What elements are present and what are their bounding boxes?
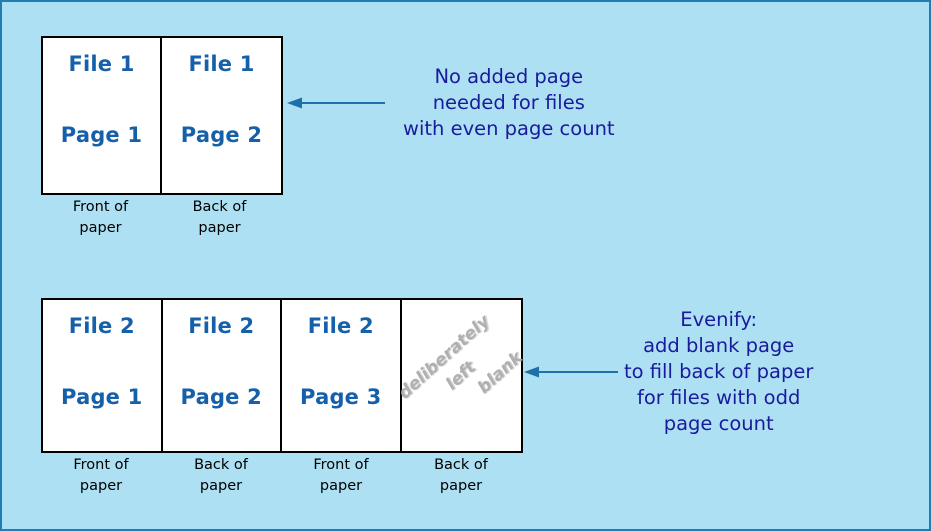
caption-front-of-paper: Front of paper bbox=[281, 455, 401, 497]
annotation-even-page-count: No added page needed for files with even… bbox=[285, 64, 615, 142]
annotation-line-2: needed for files bbox=[432, 90, 585, 114]
diagram-canvas: File 1 Page 1 File 1 Page 2 Front of pap… bbox=[0, 0, 931, 531]
paper-captions-file2: Front of paper Back of paper Front of pa… bbox=[41, 455, 523, 497]
paper-strip-file1: File 1 Page 1 File 1 Page 2 bbox=[41, 36, 283, 195]
caption-line-2: paper bbox=[199, 478, 243, 495]
caption-line-2: paper bbox=[319, 478, 363, 495]
sheet-page-label: Page 2 bbox=[180, 123, 263, 147]
annotation-line-1: Evenify: bbox=[680, 308, 758, 331]
caption-line-1: Back of bbox=[192, 199, 247, 215]
sheet-page-label: Page 1 bbox=[61, 385, 143, 409]
caption-back-of-paper: Back of paper bbox=[401, 455, 521, 497]
annotation-odd-page-count: Evenify: add blank page to fill back of … bbox=[522, 307, 813, 437]
paper-strip-file2: File 2 Page 1 File 2 Page 2 File 2 Page … bbox=[41, 298, 527, 453]
caption-front-of-paper: Front of paper bbox=[41, 197, 160, 239]
sheet-file2-blank-page: deliberately left blank bbox=[395, 300, 527, 451]
sheet-file2-page3: File 2 Page 3 bbox=[282, 300, 402, 451]
caption-line-2: paper bbox=[439, 478, 483, 495]
caption-line-1: Back of bbox=[194, 457, 248, 473]
sheet-file1-page1: File 1 Page 1 bbox=[43, 38, 162, 193]
annotation-line-1: No added page bbox=[434, 65, 584, 88]
caption-back-of-paper: Back of paper bbox=[160, 197, 279, 239]
annotation-odd-text: Evenify: add blank page to fill back of … bbox=[624, 307, 813, 437]
caption-line-2: paper bbox=[79, 220, 122, 237]
annotation-line-3: to fill back of paper bbox=[624, 359, 814, 383]
sheet-file-label: File 1 bbox=[188, 52, 255, 76]
caption-front-of-paper: Front of paper bbox=[41, 455, 161, 497]
deliberately-left-blank-watermark: deliberately left blank bbox=[394, 309, 529, 441]
sheet-file1-page2: File 1 Page 2 bbox=[162, 38, 281, 193]
annotation-line-5: page count bbox=[663, 411, 774, 435]
left-arrow-icon bbox=[287, 97, 385, 109]
caption-line-2: paper bbox=[79, 478, 123, 495]
caption-line-2: paper bbox=[198, 220, 241, 237]
sheet-page-label: Page 2 bbox=[180, 385, 262, 409]
caption-line-1: Back of bbox=[434, 457, 488, 473]
caption-line-1: Front of bbox=[72, 199, 129, 215]
annotation-even-text: No added page needed for files with even… bbox=[403, 64, 615, 142]
sheet-page-label: Page 3 bbox=[300, 385, 382, 409]
sheet-file2-page2: File 2 Page 2 bbox=[163, 300, 282, 451]
sheet-file-label: File 2 bbox=[307, 314, 374, 338]
sheet-file-label: File 2 bbox=[68, 314, 135, 338]
annotation-line-3: with even page count bbox=[403, 116, 615, 140]
left-arrow-icon bbox=[524, 366, 618, 378]
paper-captions-file1: Front of paper Back of paper bbox=[41, 197, 283, 239]
annotation-line-4: for files with odd bbox=[637, 385, 801, 409]
caption-line-1: Front of bbox=[73, 457, 129, 473]
annotation-line-2: add blank page bbox=[643, 333, 795, 357]
sheet-file2-page1: File 2 Page 1 bbox=[43, 300, 163, 451]
sheet-file-label: File 1 bbox=[68, 52, 135, 76]
caption-back-of-paper: Back of paper bbox=[161, 455, 281, 497]
sheet-file-label: File 2 bbox=[188, 314, 255, 338]
sheet-page-label: Page 1 bbox=[60, 123, 143, 147]
caption-line-1: Front of bbox=[313, 457, 369, 473]
